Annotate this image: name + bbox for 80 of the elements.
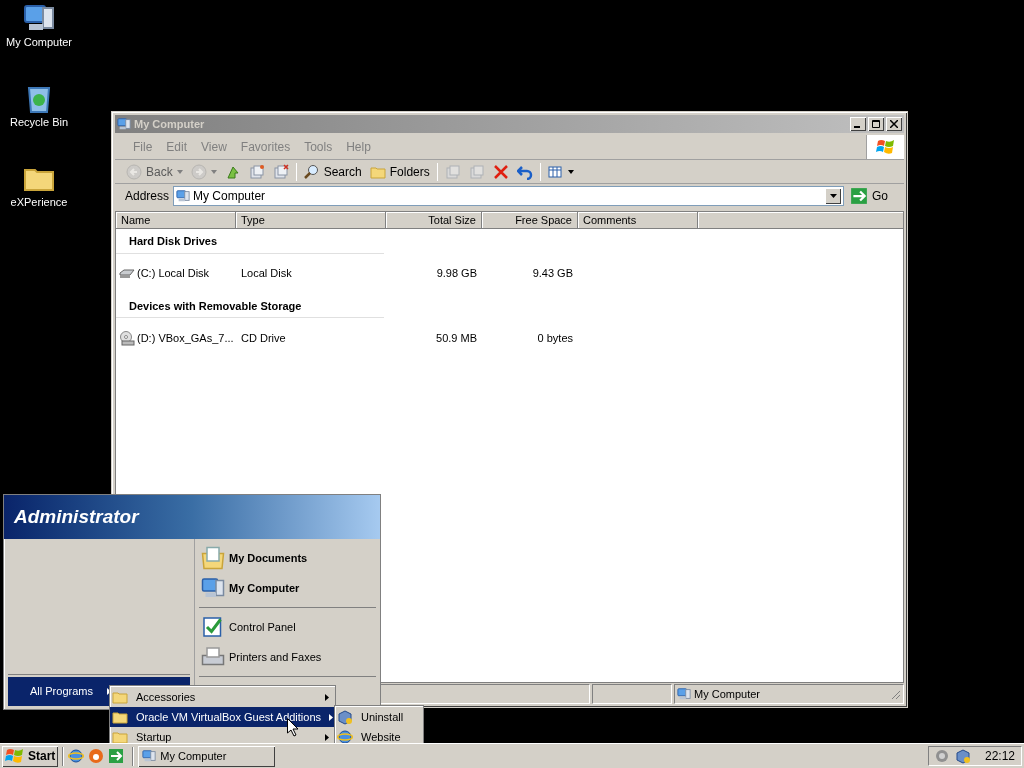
resize-grip-icon[interactable]: [889, 688, 901, 700]
dropdown-button[interactable]: [825, 188, 841, 204]
column-header[interactable]: Type: [236, 212, 386, 229]
dropdown-caret-icon: [567, 169, 574, 174]
submenu-item[interactable]: Uninstall: [335, 707, 423, 727]
browser-icon: [68, 748, 85, 764]
group-heading: Hard Disk Drives: [129, 235, 218, 247]
start-button[interactable]: Start: [2, 745, 59, 767]
start-menu-item[interactable]: Printers and Faxes: [199, 642, 376, 672]
undo-button[interactable]: [515, 163, 534, 180]
start-menu-item[interactable]: Control Panel: [199, 612, 376, 642]
windows-logo-icon: [875, 137, 896, 156]
close-button[interactable]: [886, 117, 902, 131]
documents-icon: [272, 163, 289, 180]
windows-logo-icon: [5, 747, 25, 765]
go-arrow-icon: [850, 187, 868, 205]
program-menu-item[interactable]: Startup: [110, 727, 335, 747]
column-header[interactable]: Name: [116, 212, 236, 229]
search-icon: [303, 163, 320, 180]
computer-icon: [117, 117, 131, 131]
column-header[interactable]: Total Size: [386, 212, 482, 229]
documents-folder-icon: [201, 546, 225, 570]
media-player-icon: [88, 748, 105, 764]
delete-icon: [492, 163, 509, 180]
address-label: Address: [125, 188, 170, 205]
cd-drive-icon: [119, 330, 135, 346]
search-button[interactable]: Search: [302, 162, 363, 181]
table-cell-text: 9.98 GB: [435, 266, 478, 282]
control-panel-icon: [201, 615, 225, 639]
undo-icon: [516, 163, 533, 180]
program-folder-icon: [112, 729, 128, 745]
table-cell-text: Local Disk: [240, 266, 293, 282]
desktop-icon-label[interactable]: My Computer: [6, 37, 72, 48]
column-header[interactable]: Comments: [578, 212, 698, 229]
user-name: Administrator: [14, 504, 139, 529]
views-button[interactable]: [546, 163, 575, 180]
delete-button[interactable]: [491, 163, 510, 180]
table-cell-text: CD Drive: [240, 330, 287, 346]
start-menu-item[interactable]: My Computer: [199, 573, 376, 603]
clock: 22:12: [984, 748, 1015, 765]
documents-icon: [468, 163, 485, 180]
column-header[interactable]: Free Space: [482, 212, 578, 229]
table-cell-text: 0 bytes: [536, 330, 574, 346]
computer-icon: [176, 189, 191, 203]
documents-icon: [248, 163, 265, 180]
documents-icon: [444, 163, 461, 180]
dropdown-caret-icon: [829, 194, 837, 198]
go-button[interactable]: Go: [848, 187, 900, 205]
moveto-button[interactable]: [247, 163, 266, 180]
package-icon: [337, 709, 353, 725]
address-field[interactable]: My Computer: [173, 186, 844, 206]
table-cell-text: 9.43 GB: [531, 266, 574, 282]
dropdown-caret-icon: [210, 169, 217, 174]
drive-name[interactable]: (D:) VBox_GAs_7...: [137, 329, 234, 347]
package-icon: [954, 748, 971, 764]
copyto-button[interactable]: [271, 163, 290, 180]
start-menu-item[interactable]: My Documents: [199, 543, 376, 573]
arrow-icon: [108, 748, 125, 764]
drive-name[interactable]: (C:) Local Disk: [137, 265, 210, 282]
desktop-icon-label[interactable]: eXPerience: [10, 197, 68, 208]
folders-button[interactable]: Folders: [368, 162, 431, 181]
program-folder-icon: [112, 689, 128, 705]
taskbar-button[interactable]: My Computer: [138, 745, 276, 767]
caret-icon: [325, 733, 329, 741]
grid-view-icon: [547, 163, 564, 180]
computer-icon: [142, 749, 157, 763]
group-heading: Devices with Removable Storage: [129, 299, 302, 312]
computer-icon: [201, 576, 225, 600]
dropdown-caret-icon: [176, 169, 183, 174]
minimize-button[interactable]: [850, 117, 866, 131]
caret-icon: [325, 693, 329, 701]
desktop-icon-label[interactable]: Recycle Bin: [9, 117, 69, 128]
window-title: My Computer: [134, 116, 205, 132]
close-icon: [890, 120, 898, 128]
table-cell-text: 50.9 MB: [435, 330, 478, 346]
maximize-icon: [872, 120, 880, 128]
maximize-button[interactable]: [868, 117, 884, 131]
status-text: My Computer: [694, 686, 761, 702]
computer-icon: [677, 687, 691, 701]
program-menu-item[interactable]: Oracle VM VirtualBox Guest Additions: [110, 707, 335, 727]
